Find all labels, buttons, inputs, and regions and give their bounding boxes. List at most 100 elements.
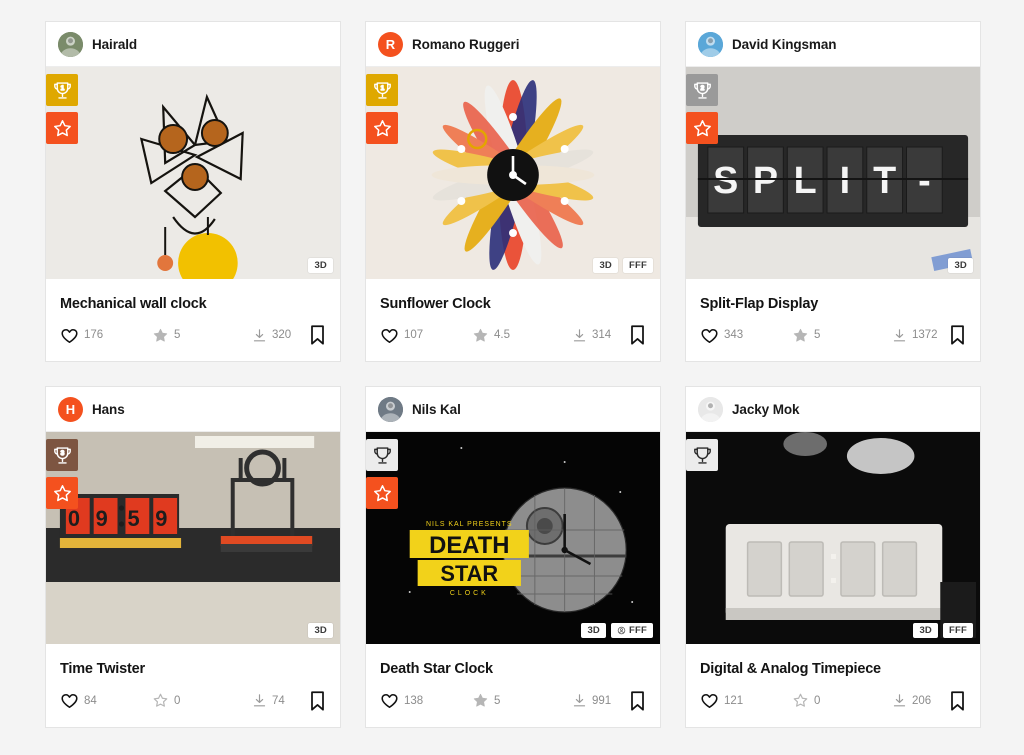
avatar[interactable] [58,31,83,57]
trophy-badge: 1 [366,74,398,106]
project-card[interactable]: Jacky Mok 3D FFF Digital & Analog Timepiec… [685,386,981,728]
download-count[interactable]: 74 [252,693,309,708]
download-count-value: 1372 [912,329,938,342]
card-thumbnail[interactable]: 1 3D [46,67,340,279]
tag-3d: 3D [308,622,333,639]
rating-value-value: 5 [814,329,821,342]
author-name[interactable]: Romano Ruggeri [412,37,519,52]
avatar[interactable] [698,396,723,422]
card-stats: 176 5 320 [46,313,340,361]
card-thumbnail[interactable]: 1 3D FFF [366,67,660,279]
project-card[interactable]: Nils Kal NILS KAL PRESENTS DEATH STAR CL… [365,386,661,728]
card-author-header[interactable]: Jacky Mok [686,387,980,433]
badge-stack: 2 [686,74,718,144]
card-title[interactable]: Time Twister [46,644,340,678]
tag-label: 3D [314,624,327,636]
tag-fff: FFF [942,622,973,639]
heart-icon [60,326,79,345]
author-name[interactable]: Hairald [92,37,137,52]
author-name[interactable]: Hans [92,402,125,417]
card-thumbnail[interactable]: 0959 3 3D [46,432,340,645]
rating-value[interactable]: 0 [152,692,252,709]
rating-value[interactable]: 0 [792,692,892,709]
rating-value[interactable]: 5 [152,327,252,344]
download-count[interactable]: 320 [252,328,309,343]
card-author-header[interactable]: H Hans [46,387,340,433]
card-thumbnail[interactable]: 3D FFF [686,432,980,645]
avatar[interactable] [698,31,723,57]
card-title[interactable]: Sunflower Clock [366,279,660,313]
card-author-header[interactable]: Nils Kal [366,387,660,433]
tag-3d: 3D [593,257,618,273]
star-badge [46,112,78,144]
bookmark-button[interactable] [629,690,646,712]
project-card[interactable]: David Kingsman SPL IT- 2 3D Split-Flap Di… [685,21,981,363]
svg-text:NILS KAL PRESENTS: NILS KAL PRESENTS [426,521,513,528]
svg-text:9: 9 [96,506,108,531]
like-count-value: 176 [84,329,104,342]
bookmark-button[interactable] [309,690,326,712]
svg-text:I: I [840,160,850,202]
like-count-value: 138 [404,694,424,707]
avatar[interactable]: H [58,396,83,422]
card-title[interactable]: Digital & Analog Timepiece [686,644,980,678]
svg-text:3: 3 [60,450,64,457]
project-card[interactable]: R Romano Ruggeri 1 3D FFF Sunflower Cloc… [365,21,661,363]
rating-value[interactable]: 5 [472,692,572,709]
like-count[interactable]: 107 [380,326,472,345]
author-name[interactable]: Nils Kal [412,402,461,417]
avatar[interactable] [378,396,403,422]
download-count[interactable]: 206 [892,693,949,708]
project-card[interactable]: H Hans 0959 3 3D Time Twister 84 0 74 [45,386,341,728]
tag-list: 3D [308,622,333,639]
star-icon [152,692,169,709]
download-count-value: 314 [592,329,612,342]
like-count[interactable]: 121 [700,691,792,710]
card-title[interactable]: Death Star Clock [366,644,660,678]
svg-text:-: - [918,160,931,202]
download-count-value: 74 [272,694,285,707]
svg-text:DEATH: DEATH [429,532,509,559]
avatar[interactable]: R [378,31,403,57]
tag-label: 3D [954,259,967,271]
like-count[interactable]: 176 [60,326,152,345]
card-thumbnail[interactable]: NILS KAL PRESENTS DEATH STAR CLOCK 3D FFF [366,432,660,645]
download-count[interactable]: 314 [572,328,629,343]
like-count[interactable]: 343 [700,326,792,345]
like-count[interactable]: 138 [380,691,472,710]
rating-value-value: 5 [494,694,501,707]
like-count-value: 121 [724,694,744,707]
card-author-header[interactable]: R Romano Ruggeri [366,22,660,67]
badge-stack [366,439,398,510]
card-author-header[interactable]: David Kingsman [686,22,980,67]
download-count[interactable]: 991 [572,693,629,708]
project-card[interactable]: Hairald 1 3D Mechanical wall clock 176 5 3… [45,21,341,363]
trophy-badge: 1 [46,74,78,106]
download-icon [252,328,267,343]
download-icon [892,693,907,708]
badge-stack: 3 [46,439,78,510]
bookmark-button[interactable] [629,324,646,346]
author-name[interactable]: Jacky Mok [732,402,800,417]
rating-value[interactable]: 4.5 [472,327,572,344]
card-stats: 121 0 206 [686,679,980,727]
card-author-header[interactable]: Hairald [46,22,340,67]
bookmark-button[interactable] [949,690,966,712]
tag-label: FFF [948,624,967,636]
rating-value-value: 5 [174,329,181,342]
star-icon [792,692,809,709]
bookmark-button[interactable] [949,324,966,346]
card-thumbnail[interactable]: SPL IT- 2 3D [686,67,980,279]
bookmark-button[interactable] [309,324,326,346]
tag-list: 3D [308,257,333,273]
star-icon [472,327,489,344]
card-stats: 138 5 991 [366,679,660,727]
trophy-badge: 2 [686,74,718,106]
tag-label: FFF [628,624,647,636]
author-name[interactable]: David Kingsman [732,37,836,52]
download-count[interactable]: 1372 [892,328,949,343]
like-count[interactable]: 84 [60,691,152,710]
card-title[interactable]: Split-Flap Display [686,279,980,313]
rating-value[interactable]: 5 [792,327,892,344]
card-title[interactable]: Mechanical wall clock [46,279,340,313]
